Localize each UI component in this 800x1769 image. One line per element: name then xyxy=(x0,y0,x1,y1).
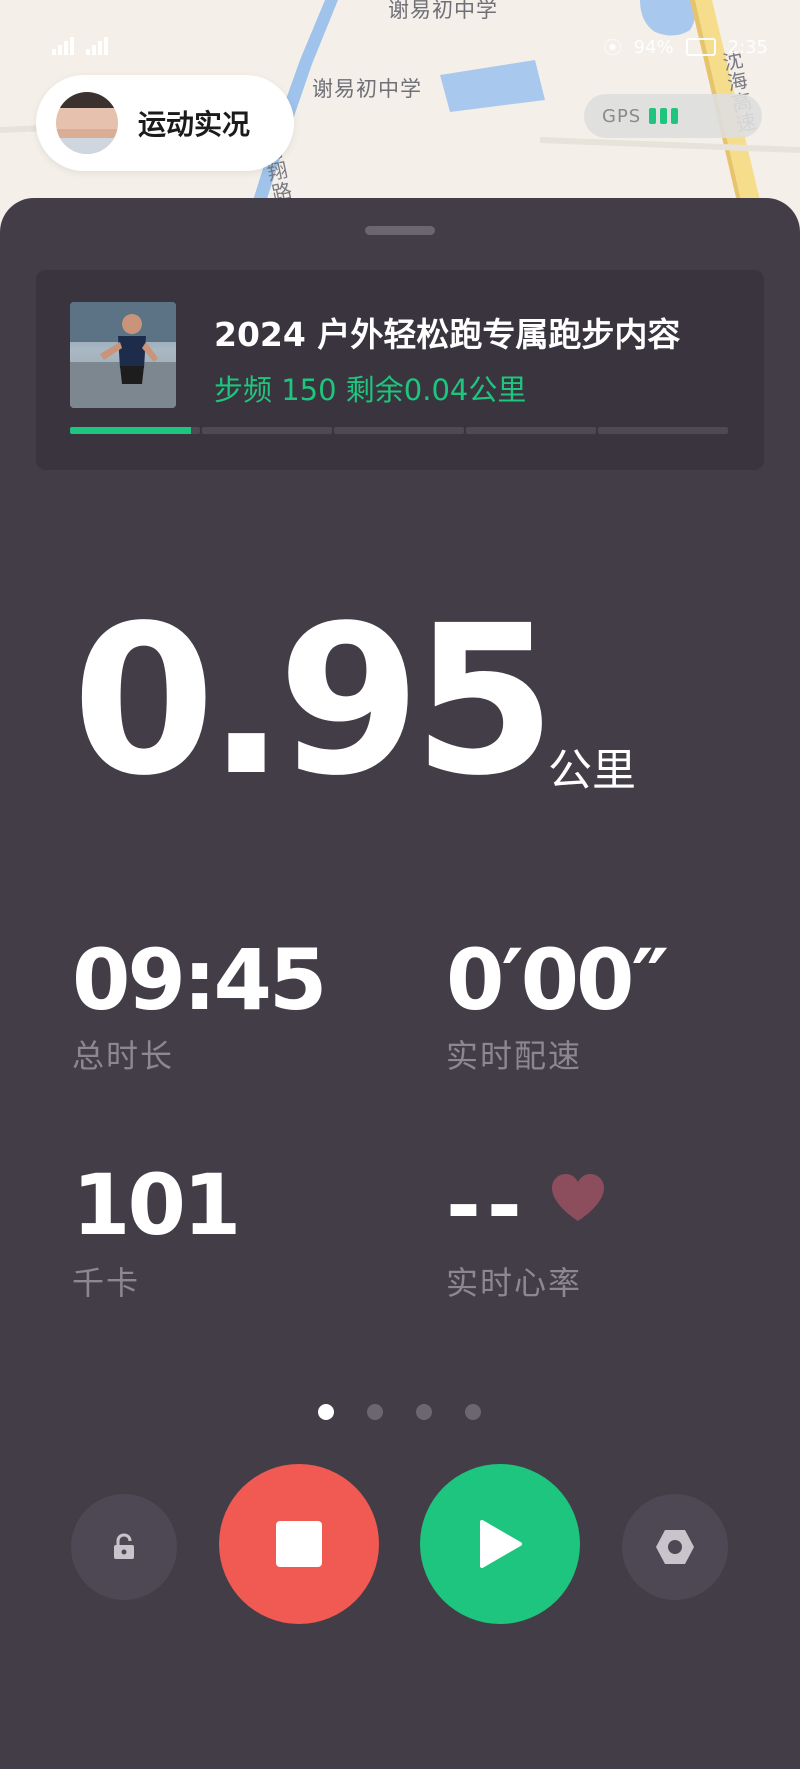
heart-rate-value: -- xyxy=(446,1156,528,1254)
workout-panel: 2024 户外轻松跑专属跑步内容 步频 150 剩余0.04公里 0.95 公里… xyxy=(0,198,800,1769)
pace-value: 0′00″ xyxy=(446,931,669,1029)
page-dot[interactable] xyxy=(465,1404,481,1420)
page-dot[interactable] xyxy=(416,1404,432,1420)
battery-percent: 94% xyxy=(633,36,674,58)
progress-segment xyxy=(70,427,200,434)
stop-icon xyxy=(276,1521,322,1567)
course-subtitle: 步频 150 剩余0.04公里 xyxy=(214,373,527,407)
course-title: 2024 户外轻松跑专属跑步内容 xyxy=(214,315,681,354)
progress-segment xyxy=(466,427,596,434)
gps-indicator: GPS xyxy=(584,94,762,138)
status-time: 2:35 xyxy=(727,36,768,58)
progress-segment xyxy=(202,427,332,434)
heart-rate-label: 实时心率 xyxy=(446,1264,583,1302)
progress-segment xyxy=(598,427,728,434)
status-bar: ⦿ 94% 2:35 xyxy=(0,0,800,70)
gps-signal-icon xyxy=(649,108,679,124)
live-status-pill[interactable]: 运动实况 xyxy=(36,75,294,171)
page-dot[interactable] xyxy=(367,1404,383,1420)
battery-icon xyxy=(685,38,716,56)
course-thumbnail xyxy=(70,302,176,408)
lock-button[interactable] xyxy=(71,1494,177,1600)
avatar xyxy=(56,92,118,154)
settings-hexagon-icon xyxy=(656,1530,694,1564)
location-icon: ⦿ xyxy=(603,38,622,59)
resume-button[interactable] xyxy=(420,1464,580,1624)
page-indicator xyxy=(318,1404,481,1420)
signal-icon xyxy=(52,34,76,55)
unlock-icon xyxy=(114,1533,134,1559)
drag-handle[interactable] xyxy=(365,226,435,235)
live-status-label: 运动实况 xyxy=(138,108,251,141)
duration-value: 09:45 xyxy=(72,931,327,1029)
distance-unit: 公里 xyxy=(548,745,636,796)
stop-button[interactable] xyxy=(219,1464,379,1624)
gps-label: GPS xyxy=(602,105,642,127)
status-bar-right: ⦿ 94% 2:35 xyxy=(604,34,768,60)
progress-segment xyxy=(334,427,464,434)
status-bar-left xyxy=(52,34,110,55)
course-card[interactable]: 2024 户外轻松跑专属跑步内容 步频 150 剩余0.04公里 xyxy=(36,270,764,470)
calories-value: 101 xyxy=(72,1156,241,1254)
pace-label: 实时配速 xyxy=(446,1037,583,1075)
distance-value: 0.95 xyxy=(72,581,556,821)
runner-image xyxy=(70,302,176,408)
settings-button[interactable] xyxy=(622,1494,728,1600)
play-icon xyxy=(480,1520,522,1568)
page-dot-active[interactable] xyxy=(318,1404,334,1420)
map-label-school: 谢易初中学 xyxy=(312,77,422,101)
calories-label: 千卡 xyxy=(72,1264,141,1302)
heart-icon xyxy=(552,1174,604,1221)
course-progress-bar xyxy=(70,427,728,434)
duration-label: 总时长 xyxy=(72,1037,175,1075)
signal-icon-2 xyxy=(86,34,110,55)
